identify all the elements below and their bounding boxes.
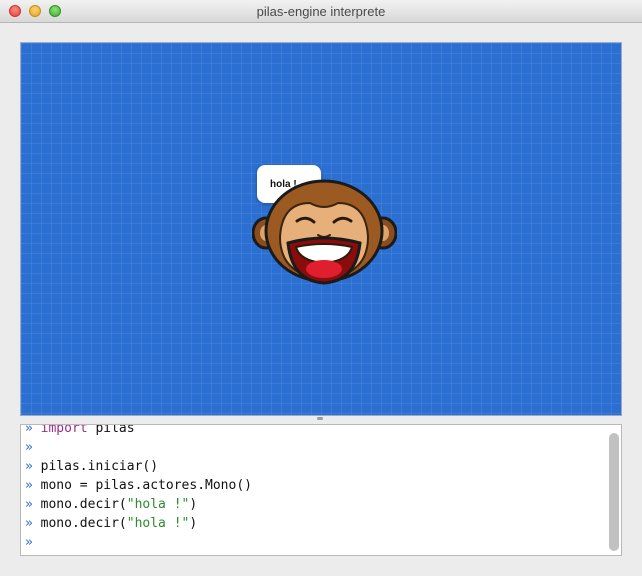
code-text: pilas xyxy=(87,424,135,436)
console-line: » mono = pilas.actores.Mono() xyxy=(25,476,603,495)
monkey-actor[interactable] xyxy=(252,177,397,287)
console-line: » mono.decir("hola !") xyxy=(25,495,603,514)
prompt-icon: » xyxy=(25,497,33,512)
console-line: » pilas.iniciar() xyxy=(25,457,603,476)
console-scrollbar[interactable] xyxy=(609,433,619,553)
prompt-icon: » xyxy=(25,535,33,550)
app-window: pilas-engine interprete hola ! » import … xyxy=(0,0,642,576)
console-line: » import pilas xyxy=(25,424,603,438)
code-close-paren: ) xyxy=(189,497,198,512)
prompt-icon: » xyxy=(25,424,33,436)
interpreter-console[interactable]: » import pilas » » pilas.iniciar() » mon… xyxy=(20,424,622,556)
console-line: » xyxy=(25,438,603,457)
code-text: mono = pilas.actores.Mono() xyxy=(40,478,252,493)
code-text: pilas.iniciar() xyxy=(40,459,159,474)
prompt-icon: » xyxy=(25,478,33,493)
console-lines[interactable]: » import pilas » » pilas.iniciar() » mon… xyxy=(25,424,603,552)
splitter-handle[interactable] xyxy=(20,416,622,424)
code-string: "hola !" xyxy=(126,516,190,531)
code-call: mono.decir( xyxy=(40,497,127,512)
console-input-line[interactable]: » xyxy=(25,533,603,552)
code-string: "hola !" xyxy=(126,497,190,512)
code-keyword: import xyxy=(40,424,88,436)
prompt-icon: » xyxy=(25,459,33,474)
code-close-paren: ) xyxy=(189,516,198,531)
console-scrollbar-thumb[interactable] xyxy=(609,433,619,551)
prompt-icon: » xyxy=(25,516,33,531)
splitter-grip-icon[interactable] xyxy=(317,417,323,420)
prompt-icon: » xyxy=(25,440,33,455)
code-call: mono.decir( xyxy=(40,516,127,531)
console-line: » mono.decir("hola !") xyxy=(25,514,603,533)
title-bar[interactable]: pilas-engine interprete xyxy=(0,0,642,23)
game-canvas[interactable]: hola ! xyxy=(20,42,622,416)
window-title: pilas-engine interprete xyxy=(256,4,386,19)
